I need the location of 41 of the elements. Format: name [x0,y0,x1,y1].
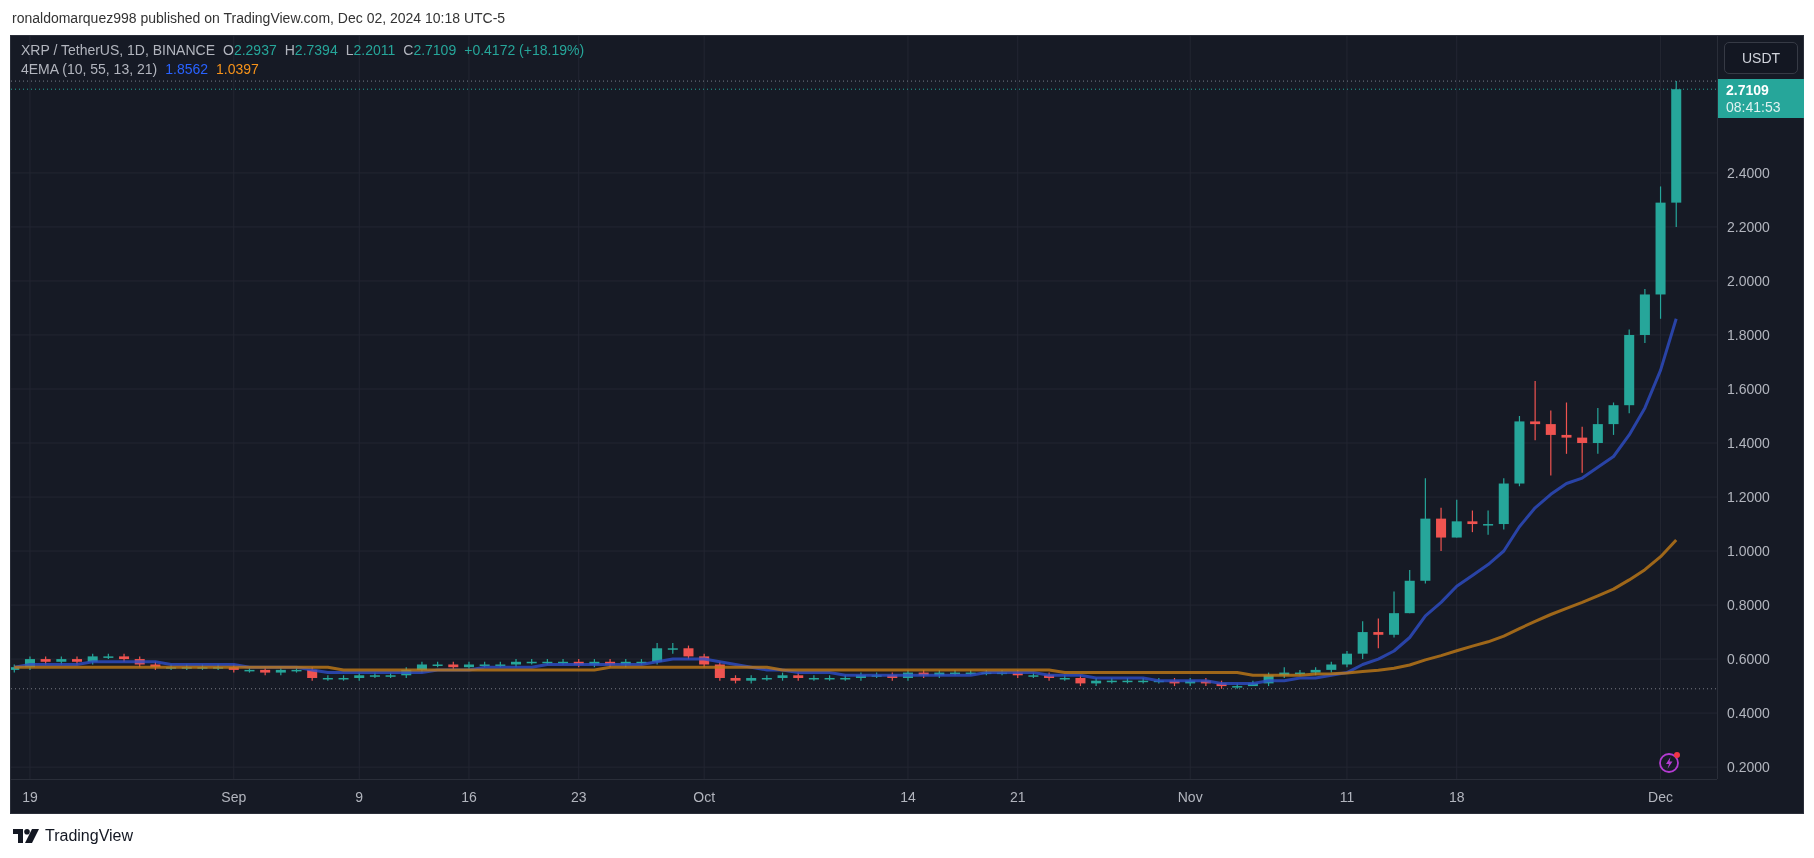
price-label: 0.8000 [1727,597,1770,614]
indicator-value: 1.8562 [165,61,209,77]
date-label: Sep [221,789,247,805]
last-price: 2.7109 [1726,81,1770,100]
price-label: 0.2000 [1727,759,1770,776]
price-label: 1.2000 [1727,489,1770,506]
ohlc-value: 2.7109 [413,42,457,58]
date-label: 18 [1448,789,1465,805]
publish-info: ronaldomarquez998 published on TradingView.com, Dec 02, 2024 10:18 UTC-5 [12,9,506,26]
indicator-name: 4EMA (10, 55, 13, 21) [21,61,158,77]
date-label: Dec [1648,789,1673,805]
price-change: +0.4172 (+18.19%) [464,42,585,58]
ohlc-label: H [284,42,295,58]
date-label: Nov [1177,789,1203,805]
ohlc-value: 2.2937 [233,42,277,58]
ohlc-label: C [403,42,414,58]
date-label: 9 [355,789,364,805]
bar-countdown: 08:41:53 [1726,99,1782,117]
date-label: 14 [900,789,916,805]
price-label: 1.0000 [1727,543,1770,560]
ohlc-label: L [345,42,354,58]
price-label: 2.0000 [1727,272,1770,289]
price-label: 2.4000 [1727,164,1770,181]
price-label: 2.2000 [1727,218,1770,235]
date-label: 11 [1339,789,1355,805]
date-label: 21 [1009,789,1026,805]
price-label: 1.8000 [1727,327,1770,343]
price-label: 1.4000 [1727,435,1770,451]
price-label: 1.6000 [1727,381,1770,397]
symbol-title: XRP / TetherUS, 1D, BINANCE [21,42,215,58]
date-label: 19 [22,789,38,805]
indicator-value: 1.0397 [216,61,259,77]
brand-name: TradingView [45,827,134,845]
ohlc-value: 2.2011 [353,42,396,58]
date-label: 23 [570,789,587,805]
price-label: 0.6000 [1727,651,1770,668]
date-label: Oct [693,789,716,805]
price-label: 0.4000 [1727,705,1770,722]
ohlc-label: O [223,42,234,58]
date-label: 16 [461,789,477,805]
ohlc-value: 2.7394 [294,42,338,58]
